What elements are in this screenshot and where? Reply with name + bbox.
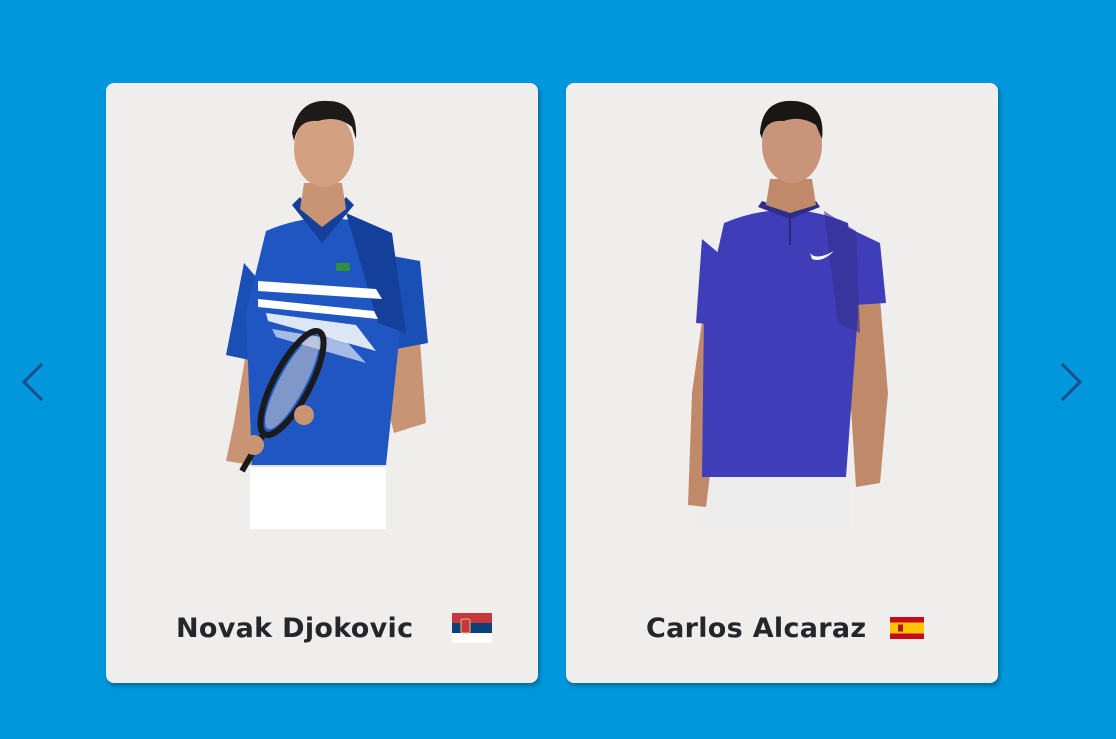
player-name: Novak Djokovic (176, 613, 414, 644)
player-card[interactable]: Novak Djokovic (106, 83, 538, 683)
player-name: Carlos Alcaraz (646, 613, 867, 644)
carousel-next-button[interactable] (1056, 360, 1084, 404)
player-card[interactable]: Carlos Alcaraz (566, 83, 998, 683)
carousel-prev-button[interactable] (20, 360, 48, 404)
serbia-flag-icon (452, 613, 492, 643)
player-photo (688, 100, 888, 529)
spain-flag-icon (890, 617, 924, 639)
chevron-right-icon (1060, 362, 1083, 402)
chevron-left-icon (21, 362, 44, 402)
player-photo (226, 100, 428, 529)
